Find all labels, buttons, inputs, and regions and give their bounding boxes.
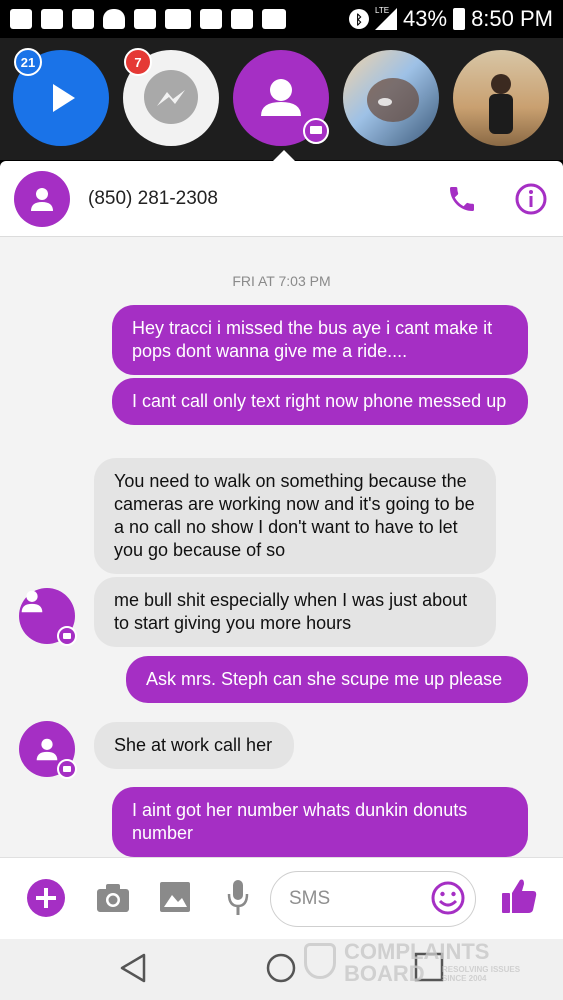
- message-timestamp: FRI AT 7:03 PM: [232, 273, 331, 289]
- chat-head-contact-photo-2[interactable]: [453, 50, 549, 146]
- person-icon: [36, 738, 58, 761]
- watermark-tagline: RESOLVING ISSUES SINCE 2004: [442, 965, 521, 983]
- image-icon[interactable]: [158, 880, 192, 914]
- unread-badge: 21: [14, 48, 42, 76]
- chat-head-contact-photo-1[interactable]: [343, 50, 439, 146]
- watermark-text: COMPLAINTS: [344, 939, 490, 964]
- back-icon[interactable]: [118, 951, 150, 985]
- conversation-header: (850) 281-2308: [0, 161, 563, 237]
- incoming-message[interactable]: She at work call her: [94, 722, 294, 769]
- conversation-thread[interactable]: FRI AT 7:03 PM Hey tracci i missed the b…: [0, 237, 563, 857]
- microphone-icon[interactable]: [226, 878, 250, 918]
- mail-icon: [72, 9, 94, 29]
- shield-icon: [304, 943, 336, 979]
- sms-badge-icon: [57, 759, 77, 779]
- person-icon: [31, 187, 53, 211]
- watermark-text: BOARD: [344, 961, 425, 986]
- sms-badge-icon: [57, 626, 77, 646]
- emoji-icon[interactable]: [430, 880, 466, 916]
- info-icon[interactable]: [514, 182, 548, 216]
- contact-photo-icon: [489, 74, 513, 134]
- status-bar: ᛒ LTE 43% 8:50 PM: [0, 0, 563, 38]
- network-type: LTE: [375, 6, 390, 15]
- add-icon[interactable]: [26, 878, 66, 918]
- home-icon[interactable]: [264, 951, 298, 985]
- battery-percent: 43%: [403, 6, 448, 31]
- incoming-message[interactable]: me bull shit especially when I was just …: [94, 577, 496, 647]
- camera-icon[interactable]: [95, 882, 131, 914]
- status-right: ᛒ LTE 43% 8:50 PM: [349, 6, 553, 32]
- outgoing-message[interactable]: Ask mrs. Steph can she scupe me up pleas…: [126, 656, 528, 703]
- contact-avatar[interactable]: [19, 721, 77, 779]
- outgoing-message[interactable]: I cant call only text right now phone me…: [112, 378, 528, 425]
- thumbs-up-icon[interactable]: [500, 876, 538, 916]
- contact-avatar[interactable]: [19, 588, 77, 646]
- notification-icon: [10, 9, 32, 29]
- clock: 8:50 PM: [471, 6, 553, 31]
- gallery-icon: [200, 9, 222, 29]
- facebook-icon: [231, 9, 253, 29]
- watermark-logo: COMPLAINTS BOARD RESOLVING ISSUES SINCE …: [304, 939, 524, 989]
- outgoing-message[interactable]: Hey tracci i missed the bus aye i cant m…: [112, 305, 528, 375]
- bell-icon: [103, 9, 125, 29]
- sms-badge-icon: [303, 118, 329, 144]
- instagram-icon: [134, 9, 156, 29]
- contact-phone-number: (850) 281-2308: [88, 187, 218, 209]
- phone-icon[interactable]: [446, 183, 478, 215]
- signal-icon: LTE: [375, 6, 398, 30]
- incoming-message[interactable]: You need to walk on something because th…: [94, 458, 496, 574]
- avatar[interactable]: [14, 170, 70, 227]
- chat-heads-bar: 21 7: [0, 38, 563, 162]
- battery-icon: [453, 8, 466, 30]
- message-composer: [0, 857, 563, 939]
- facebook-icon: [41, 9, 63, 29]
- unread-badge: 7: [124, 48, 152, 76]
- muted-icon: [262, 9, 286, 29]
- youtube-icon: [165, 9, 191, 29]
- navigation-bar: COMPLAINTS BOARD RESOLVING ISSUES SINCE …: [0, 939, 563, 1000]
- notification-icons: [10, 9, 286, 29]
- bluetooth-icon: ᛒ: [349, 9, 370, 29]
- outgoing-message[interactable]: I aint got her number whats dunkin donut…: [112, 787, 528, 857]
- contact-photo-icon: [367, 78, 419, 122]
- person-icon: [21, 590, 43, 613]
